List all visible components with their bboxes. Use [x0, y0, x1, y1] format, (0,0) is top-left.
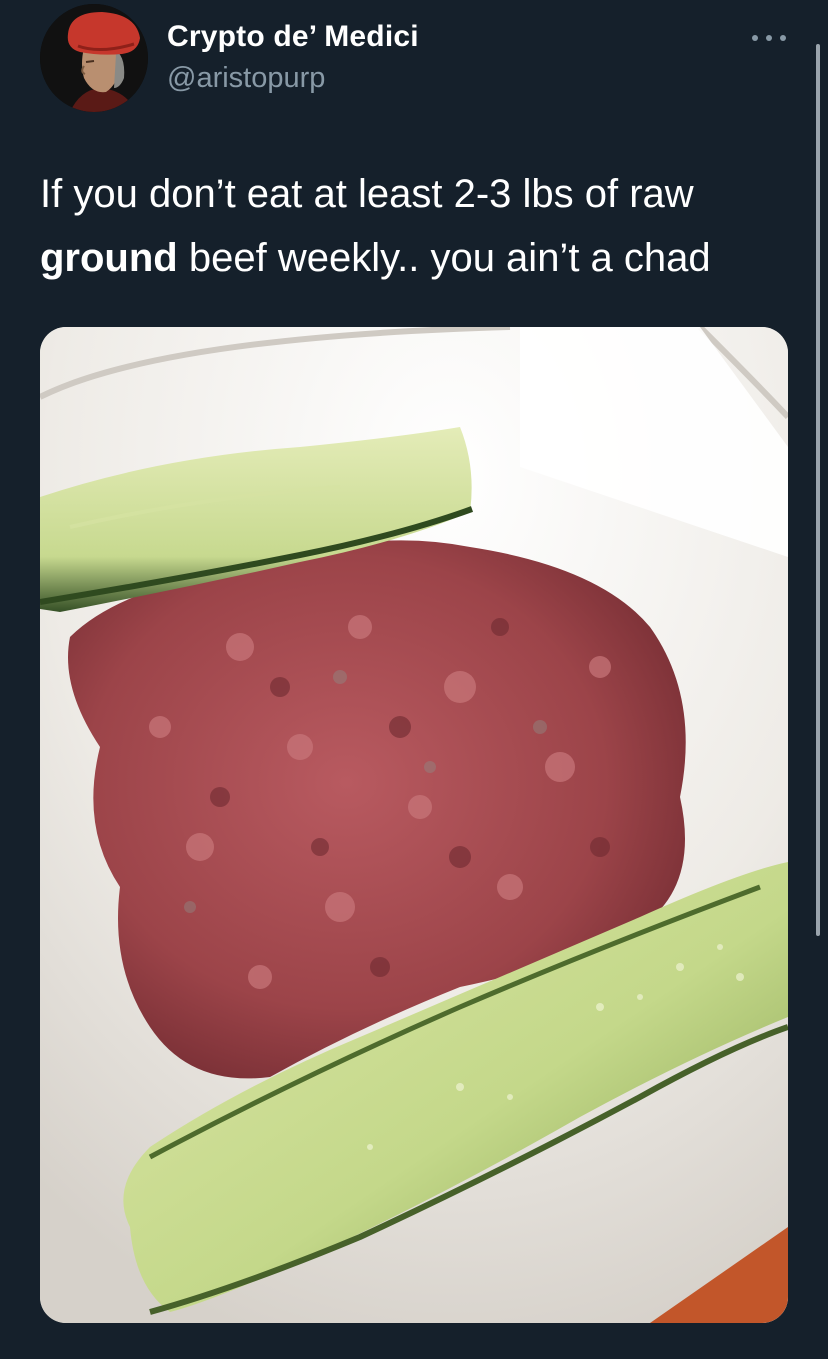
tweet-text-bold: ground [40, 236, 178, 280]
tweet-photo[interactable] [40, 327, 788, 1323]
author-handle[interactable]: @aristopurp [167, 62, 325, 95]
more-horizontal-icon[interactable] [752, 30, 786, 46]
avatar[interactable] [40, 4, 148, 112]
tweet-text-part: If you don’t eat at least 2-3 lbs of raw [40, 172, 694, 216]
tweet-text: If you don’t eat at least 2-3 lbs of raw… [40, 162, 800, 290]
tweet-text-part: beef weekly.. you ain’t a chad [177, 236, 711, 280]
author-display-name[interactable]: Crypto de’ Medici [167, 20, 419, 54]
tweet: Crypto de’ Medici @aristopurp If you don… [0, 0, 828, 1359]
scrollbar[interactable] [816, 44, 820, 936]
